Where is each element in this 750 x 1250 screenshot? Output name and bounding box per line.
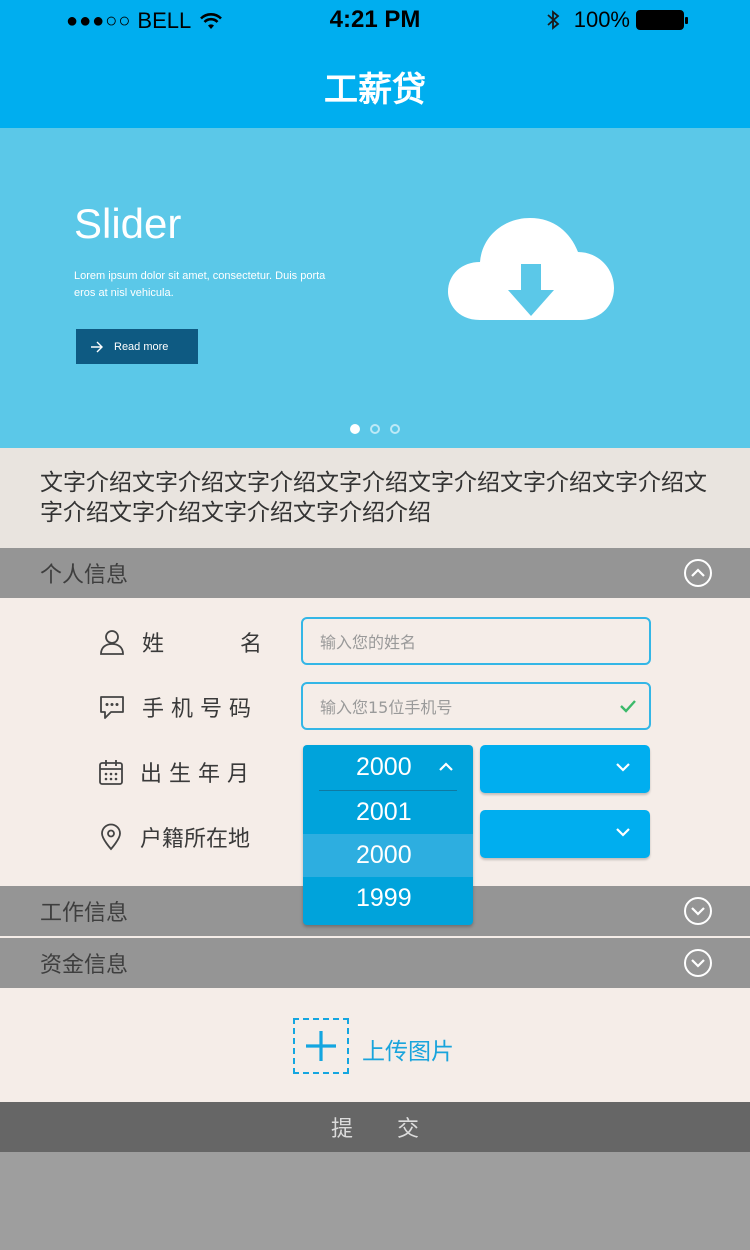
slider-dot-3[interactable] <box>390 424 400 434</box>
bottom-area <box>0 1152 750 1250</box>
year-option-highlighted[interactable]: 2000 <box>303 834 473 877</box>
name-label-part-1: 姓 <box>142 632 165 657</box>
name-input[interactable]: 输入您的姓名 <box>301 617 651 665</box>
chevron-up-icon <box>439 762 453 771</box>
phone-input[interactable]: 输入您15位手机号 <box>301 682 651 730</box>
section-work-label: 工作信息 <box>40 901 129 926</box>
app-header: ●●●○○ BELL 4:21 PM 100% 工薪贷 <box>0 0 750 128</box>
battery-percent: 100% <box>573 7 630 32</box>
birth-label-text: 出 生 年 月 <box>140 762 249 787</box>
chevron-up-icon[interactable] <box>684 559 712 587</box>
chevron-down-icon[interactable] <box>684 897 712 925</box>
name-placeholder: 输入您的姓名 <box>320 633 417 652</box>
chevron-down-icon <box>616 763 630 772</box>
page-title: 工薪贷 <box>324 70 426 110</box>
hukou-label-text: 户籍所在地 <box>140 827 251 852</box>
section-personal-info[interactable]: 个人信息 <box>0 548 750 598</box>
section-personal-label: 个人信息 <box>40 563 129 588</box>
calendar-icon <box>99 760 123 785</box>
year-dropdown[interactable]: 2000 2001 2000 1999 <box>303 745 473 925</box>
name-label-part-2: 名 <box>239 632 262 657</box>
intro-text: 文字介绍文字介绍文字介绍文字介绍文字介绍文字介绍文字介绍文字介绍文字介绍文字介绍… <box>0 448 750 548</box>
section-funds-info[interactable]: 资金信息 <box>0 938 750 988</box>
chevron-down-icon[interactable] <box>684 949 712 977</box>
slider-dot-1[interactable] <box>350 424 360 434</box>
upload-image-button[interactable] <box>293 1018 349 1074</box>
year-select[interactable]: 2000 <box>303 745 473 790</box>
read-more-button[interactable]: Read more <box>76 329 198 364</box>
plus-icon <box>306 1031 336 1061</box>
birth-label: 出 生 年 月 <box>98 756 249 788</box>
slider-dot-2[interactable] <box>370 424 380 434</box>
month-select[interactable] <box>480 745 650 793</box>
phone-label: 手 机 号 码 <box>98 691 251 723</box>
check-icon <box>620 700 636 713</box>
status-right: 100% <box>544 7 688 33</box>
bluetooth-icon <box>547 10 560 30</box>
year-option[interactable]: 2001 <box>303 791 473 834</box>
slider-heading: Slider <box>74 200 182 247</box>
slider-pagination <box>0 424 750 434</box>
phone-label-text: 手 机 号 码 <box>142 697 251 722</box>
cloud-download-icon <box>448 218 614 320</box>
arrow-right-icon <box>91 341 103 352</box>
hero-slider[interactable]: Slider Lorem ipsum dolor sit amet, conse… <box>0 128 750 448</box>
year-option[interactable]: 1999 <box>303 877 473 920</box>
name-label: 姓 名 <box>98 626 262 658</box>
year-selected-value: 2000 <box>356 753 412 781</box>
submit-button[interactable]: 提交 <box>0 1102 750 1152</box>
user-icon <box>100 630 124 655</box>
chevron-down-icon <box>616 828 630 837</box>
location-pin-icon <box>101 823 121 851</box>
slider-text: Lorem ipsum dolor sit amet, consectetur.… <box>74 270 326 299</box>
hukou-city-select[interactable] <box>480 810 650 858</box>
section-funds-label: 资金信息 <box>40 953 129 978</box>
status-bar: ●●●○○ BELL 4:21 PM 100% <box>0 0 750 44</box>
phone-placeholder: 输入您15位手机号 <box>320 698 453 717</box>
battery-icon <box>636 10 688 30</box>
chat-bubble-icon <box>100 696 124 719</box>
hukou-label: 户籍所在地 <box>98 821 250 853</box>
upload-area: 上传图片 <box>0 988 750 1102</box>
upload-image-label[interactable]: 上传图片 <box>362 1032 454 1066</box>
read-more-label: Read more <box>114 340 169 353</box>
